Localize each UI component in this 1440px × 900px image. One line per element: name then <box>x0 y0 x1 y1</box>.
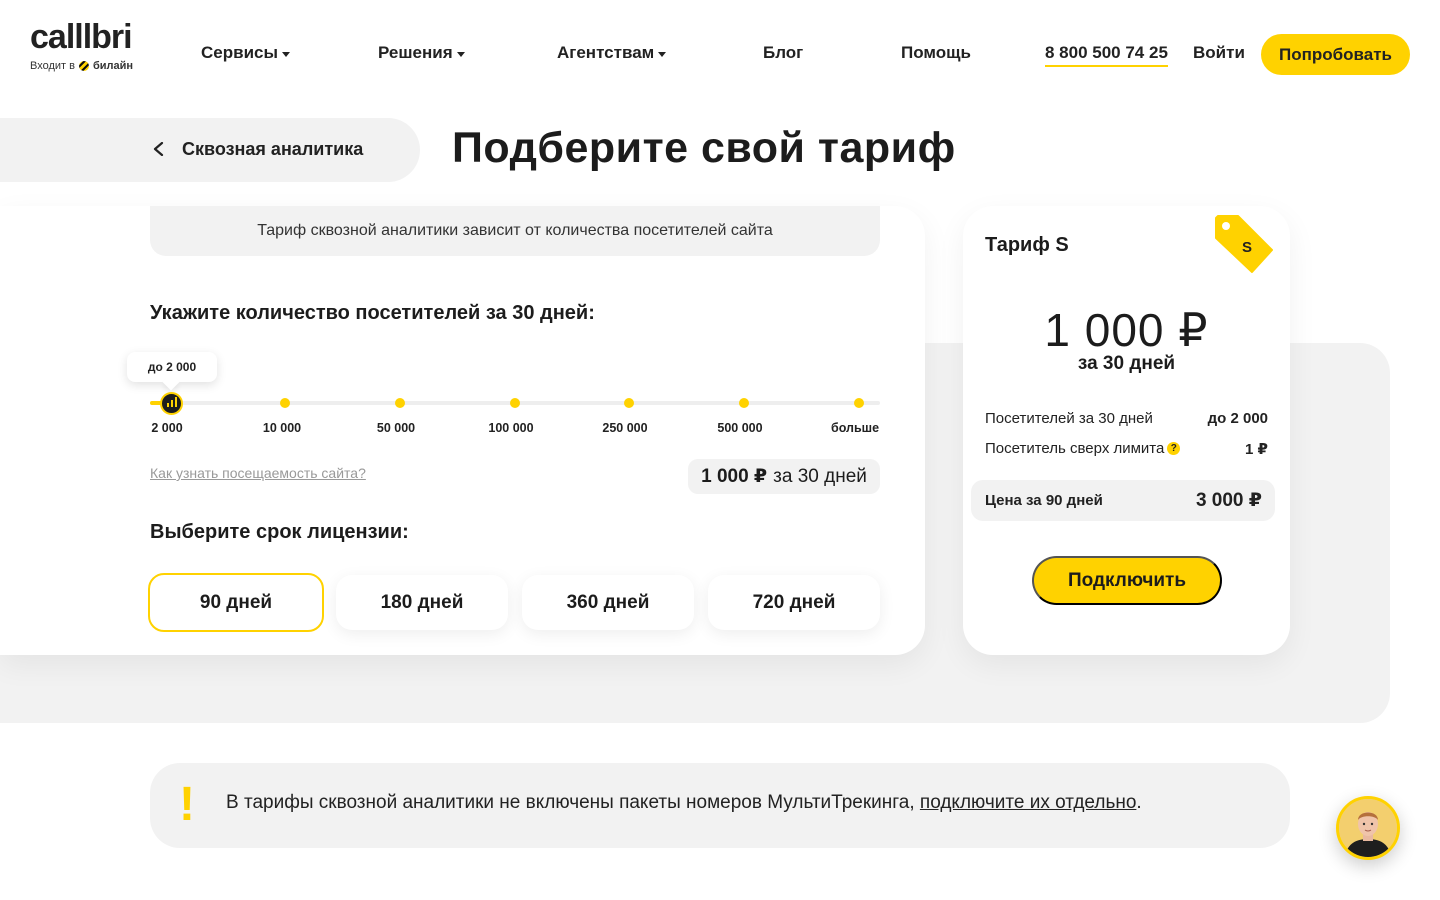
tariff-price: 1 000 ₽ <box>1044 304 1209 356</box>
notice-end: . <box>1136 792 1142 813</box>
monthly-price-amount: 1 000 ₽ <box>701 466 768 487</box>
login-link[interactable]: Войти <box>1193 43 1245 63</box>
tariff-badge: S <box>1242 239 1252 256</box>
term-option-360[interactable]: 360 дней <box>522 575 694 630</box>
license-title: Выберите срок лицензии: <box>150 521 409 543</box>
slider-stop[interactable] <box>739 398 749 408</box>
slider-tick[interactable]: 250 000 <box>602 421 647 435</box>
header: calllbri Входит в билайн Сервисы Решения… <box>0 0 1440 110</box>
nav-help-label: Помощь <box>901 43 971 62</box>
total-label: Цена за 90 дней <box>985 492 1103 509</box>
beeline-icon <box>78 61 89 71</box>
tariff-row-label: Посетитель сверх лимита ? <box>985 440 1181 457</box>
nav-help[interactable]: Помощь <box>901 43 971 63</box>
visitors-label: Посетителей за 30 дней <box>985 410 1153 427</box>
avatar-icon <box>1339 799 1397 857</box>
term-option-90[interactable]: 90 дней <box>148 573 324 632</box>
slider-stop[interactable] <box>280 398 290 408</box>
nav-solutions-label: Решения <box>378 43 453 62</box>
help-icon[interactable]: ? <box>1167 442 1181 455</box>
price-tag-icon: S <box>1215 215 1273 273</box>
chevron-left-icon <box>153 142 164 156</box>
page-title: Подберите свой тариф <box>452 124 956 172</box>
slider-stop[interactable] <box>624 398 634 408</box>
back-button[interactable]: Сквозная аналитика <box>0 118 420 182</box>
nav-services[interactable]: Сервисы <box>201 43 290 63</box>
chevron-down-icon <box>456 51 465 57</box>
tariff-period: за 30 дней <box>1077 353 1176 374</box>
total-value: 3 000 ₽ <box>1195 490 1262 511</box>
slider-stop[interactable] <box>395 398 405 408</box>
overlimit-value: 1 ₽ <box>1245 441 1268 458</box>
logo-wordmark: calllbri <box>30 18 133 56</box>
slider-tick[interactable]: 50 000 <box>377 421 415 435</box>
nav-agencies-label: Агентствам <box>557 43 655 62</box>
exclamation-icon: ! <box>179 778 195 831</box>
slider-tooltip: до 2 000 <box>127 352 217 382</box>
calculator-info: Тариф сквозной аналитики зависит от коли… <box>150 206 880 256</box>
notice-text: В тарифы сквозной аналитики не включены … <box>226 792 1142 814</box>
slider-tick[interactable]: больше <box>831 421 879 435</box>
logo[interactable]: calllbri Входит в билайн <box>30 18 160 72</box>
back-button-label: Сквозная аналитика <box>182 139 364 159</box>
monthly-price-period: за 30 дней <box>773 465 867 487</box>
slider-tick[interactable]: 500 000 <box>717 421 762 435</box>
notice-body: В тарифы сквозной аналитики не включены … <box>226 792 920 813</box>
chat-avatar-button[interactable] <box>1336 796 1400 860</box>
visitors-title: Укажите количество посетителей за 30 дне… <box>150 302 595 324</box>
visitors-value: до 2 000 <box>1207 410 1268 427</box>
term-option-180[interactable]: 180 дней <box>336 575 508 630</box>
slider-stop[interactable] <box>854 398 864 408</box>
nav-services-label: Сервисы <box>201 43 278 62</box>
phone-link[interactable]: 8 800 500 74 25 <box>1045 43 1168 67</box>
chevron-down-icon <box>282 51 290 57</box>
nav-solutions[interactable]: Решения <box>378 43 465 63</box>
slider-handle[interactable] <box>160 392 183 415</box>
slider-stop[interactable] <box>510 398 520 408</box>
tariff-row-label: Посетителей за 30 дней <box>985 410 1153 427</box>
logo-sub-brand: билайн <box>92 60 134 72</box>
nav-blog-label: Блог <box>763 43 804 62</box>
nav-blog[interactable]: Блог <box>763 43 803 63</box>
logo-sub-prefix: Входит в <box>30 60 75 72</box>
slider-tick[interactable]: 10 000 <box>263 421 301 435</box>
monthly-price-chip: 1 000 ₽ за 30 дней <box>688 459 880 494</box>
nav-agencies[interactable]: Агентствам <box>557 43 667 63</box>
slider-tick[interactable]: 100 000 <box>488 421 533 435</box>
slider-tick[interactable]: 2 000 <box>151 421 182 435</box>
notice-link[interactable]: подключите их отдельно <box>920 792 1137 813</box>
tariff-name: Тариф S <box>985 234 1069 256</box>
overlimit-label: Посетитель сверх лимита <box>985 440 1165 457</box>
connect-button[interactable]: Подключить <box>1032 556 1222 605</box>
logo-subtitle: Входит в билайн <box>30 60 160 72</box>
term-option-720[interactable]: 720 дней <box>708 575 880 630</box>
traffic-help-link[interactable]: Как узнать посещаемость сайта? <box>150 465 366 481</box>
try-button[interactable]: Попробовать <box>1261 34 1410 75</box>
chevron-down-icon <box>658 51 667 57</box>
